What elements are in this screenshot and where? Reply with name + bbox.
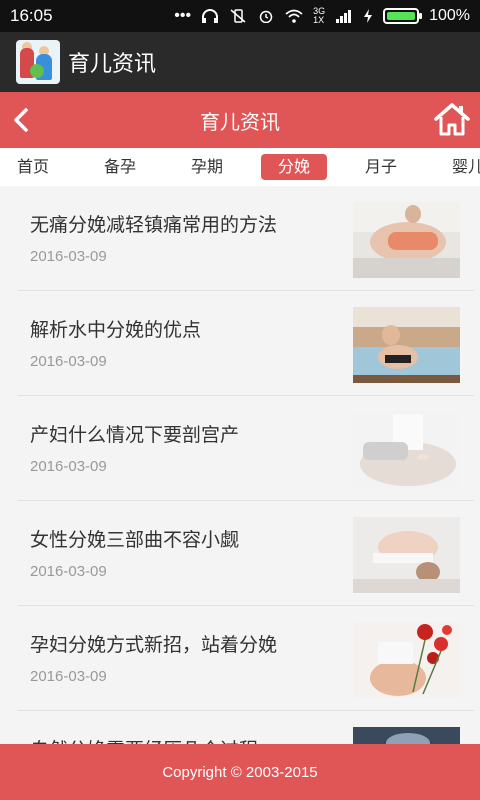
tab-childbirth[interactable]: 分娩 bbox=[261, 154, 327, 180]
article-thumbnail[interactable] bbox=[353, 412, 460, 488]
signal-icon bbox=[336, 10, 352, 23]
article-date: 2016-03-09 bbox=[30, 353, 107, 370]
wifi-icon bbox=[285, 9, 303, 23]
tab-pregnancy[interactable]: 孕期 bbox=[174, 154, 240, 180]
tab-preconception[interactable]: 备孕 bbox=[87, 154, 153, 180]
article-thumbnail[interactable] bbox=[353, 307, 460, 383]
more-dots-icon: ••• bbox=[174, 7, 192, 24]
list-item[interactable]: 无痛分娩减轻镇痛常用的方法 2016-03-09 bbox=[18, 186, 474, 291]
article-title[interactable]: 自然分娩需要经历几个过程 bbox=[30, 735, 258, 744]
page-title: 育儿资讯 bbox=[200, 109, 280, 134]
list-item[interactable]: 女性分娩三部曲不容小觑 2016-03-09 bbox=[18, 501, 474, 606]
category-tabs: 首页 备孕 孕期 分娩 月子 婴儿 bbox=[0, 148, 480, 186]
article-title[interactable]: 解析水中分娩的优点 bbox=[30, 315, 201, 342]
list-item[interactable]: 解析水中分娩的优点 2016-03-09 bbox=[18, 291, 474, 396]
charging-icon bbox=[364, 9, 373, 23]
footer: Copyright © 2003-2015 bbox=[0, 744, 480, 800]
list-item[interactable]: 产妇什么情况下要剖宫产 2016-03-09 bbox=[18, 396, 474, 501]
article-date: 2016-03-09 bbox=[30, 563, 107, 580]
article-title[interactable]: 产妇什么情况下要剖宫产 bbox=[30, 420, 239, 447]
nav-bar: 育儿资讯 bbox=[0, 92, 480, 148]
battery-icon bbox=[383, 8, 423, 24]
article-title[interactable]: 孕妇分娩方式新招，站着分娩 bbox=[30, 630, 277, 657]
tab-postpartum[interactable]: 月子 bbox=[348, 154, 414, 180]
app-title: 育儿资讯 bbox=[68, 52, 157, 77]
app-bar: 育儿资讯 bbox=[0, 32, 480, 92]
article-list: 无痛分娩减轻镇痛常用的方法 2016-03-09 解析水中分娩的优点 2016-… bbox=[0, 186, 480, 744]
tab-home[interactable]: 首页 bbox=[0, 154, 66, 180]
article-title[interactable]: 无痛分娩减轻镇痛常用的方法 bbox=[30, 210, 277, 237]
headphones-icon bbox=[202, 9, 219, 23]
app-logo-icon bbox=[16, 40, 60, 84]
status-bar: 16:05 ••• 3G 1X 100% bbox=[0, 0, 480, 32]
article-title[interactable]: 女性分娩三部曲不容小觑 bbox=[30, 525, 239, 552]
article-thumbnail[interactable] bbox=[353, 517, 460, 593]
status-time: 16:05 bbox=[10, 6, 53, 25]
list-item[interactable]: 孕妇分娩方式新招，站着分娩 2016-03-09 bbox=[18, 606, 474, 711]
tab-baby[interactable]: 婴儿 bbox=[435, 154, 480, 180]
list-item[interactable]: 自然分娩需要经历几个过程 bbox=[18, 711, 474, 744]
alarm-icon bbox=[259, 10, 273, 23]
battery-percent: 100% bbox=[429, 7, 470, 24]
article-thumbnail[interactable] bbox=[353, 622, 460, 698]
vibrate-off-icon bbox=[230, 9, 246, 23]
back-button[interactable] bbox=[6, 104, 38, 136]
article-date: 2016-03-09 bbox=[30, 248, 107, 265]
article-thumbnail[interactable] bbox=[353, 202, 460, 278]
home-button[interactable] bbox=[434, 102, 470, 136]
article-date: 2016-03-09 bbox=[30, 458, 107, 475]
network-type: 3G 1X bbox=[313, 6, 326, 25]
status-icons: ••• 3G 1X 100% bbox=[174, 7, 470, 25]
article-thumbnail[interactable] bbox=[353, 727, 460, 744]
article-date: 2016-03-09 bbox=[30, 668, 107, 685]
copyright-text: Copyright © 2003-2015 bbox=[162, 763, 318, 781]
